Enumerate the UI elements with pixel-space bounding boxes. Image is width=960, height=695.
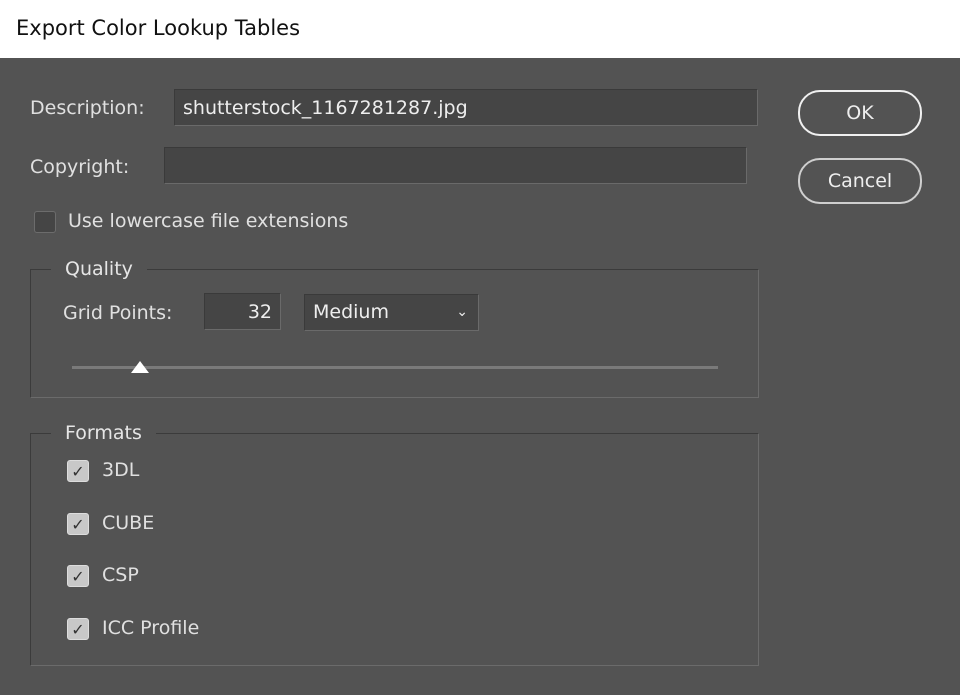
description-label: Description: [30,97,145,119]
grid-points-slider-track[interactable] [72,366,718,369]
format-label: CUBE [102,511,155,534]
grid-points-label: Grid Points: [63,302,173,324]
copyright-label: Copyright: [30,156,130,178]
copyright-input[interactable] [164,147,747,184]
format-label: CSP [102,564,139,586]
format-label: ICC Profile [102,616,200,639]
grid-points-input[interactable] [204,293,281,330]
checkmark-icon: ✓ [71,514,85,534]
description-input[interactable] [174,89,758,126]
quality-legend: Quality [65,258,133,280]
grid-points-slider-thumb[interactable] [130,361,149,373]
quality-preset-select[interactable]: Medium ⌄ [304,294,479,331]
checkmark-icon: ✓ [71,462,85,481]
ok-button[interactable]: OK [798,90,922,136]
cancel-button[interactable]: Cancel [798,158,922,204]
checkmark-icon: ✓ [71,619,85,639]
lowercase-label: Use lowercase file extensions [68,210,349,232]
formats-legend: Formats [65,422,142,444]
checkmark-icon: ✓ [71,567,85,586]
quality-preset-value: Medium [313,301,389,323]
chevron-down-icon: ⌄ [456,304,468,320]
format-label: 3DL [102,459,140,481]
window-title: Export Color Lookup Tables [0,0,960,58]
lowercase-checkbox[interactable] [34,211,56,233]
format-checkbox-2[interactable]: ✓ [67,565,89,587]
format-checkbox-0[interactable]: ✓ [67,460,89,482]
format-checkbox-3[interactable]: ✓ [67,617,89,640]
format-checkbox-1[interactable]: ✓ [67,512,89,535]
